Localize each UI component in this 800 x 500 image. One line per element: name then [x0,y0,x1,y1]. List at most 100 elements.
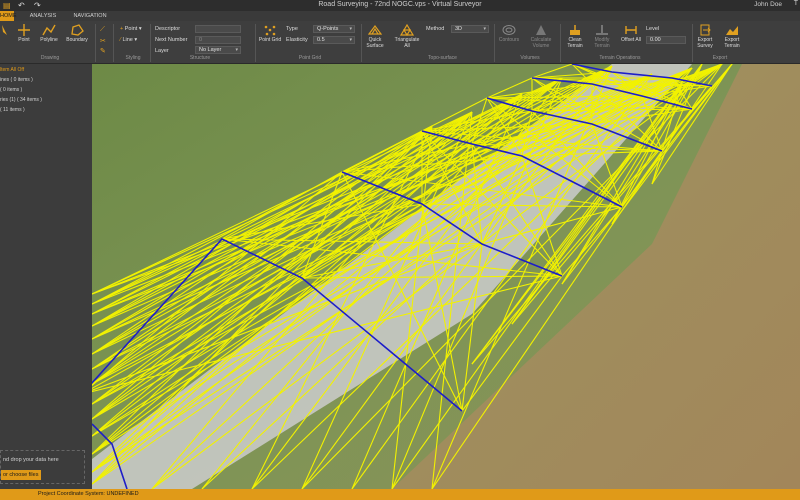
style-line-label: Line [122,37,133,43]
choose-files-button[interactable]: or choose files [1,470,41,480]
group-styling-label: Styling [125,55,141,61]
terrain-scene[interactable] [92,64,800,489]
boundary-icon [70,24,84,36]
group-drawing-label: Drawing [40,55,60,61]
calculate-volume-label: Calculate Volume [530,37,552,49]
point-grid-label: Point Grid [258,37,282,43]
3d-viewport[interactable] [92,64,800,489]
group-topo-label: Topo-surface [428,55,457,61]
separator [494,24,495,62]
calculate-volume-button[interactable]: Calculate Volume [526,24,556,49]
separator [255,24,256,62]
layer-item-series[interactable]: ries (1) ( 34 items ) [0,97,42,103]
all-off-toggle[interactable]: ltem All Off [0,67,24,73]
tab-home[interactable]: HOME [0,11,17,21]
tab-analysis[interactable]: ANALYSIS [26,11,60,21]
type-label: Type [286,26,298,32]
export-terrain-button[interactable]: Export Terrain [720,24,744,49]
triangulate-icon [399,23,415,37]
method-label: Method [426,26,445,32]
draw-boundary-label: Boundary [66,37,88,43]
drop-text: nd drop your data here [3,457,59,463]
draw-point-label: Point [18,37,30,43]
offset-all-button[interactable]: Offset All [619,24,643,44]
offset-all-label: Offset All [621,37,641,43]
method-select[interactable]: 3D [451,25,489,33]
group-structure-label: Structure [189,55,211,61]
layers-panel: ltem All Off ines ( 0 items ) ( 0 items … [0,64,92,489]
type-select[interactable]: Q-Points [313,25,355,33]
status-bar: Project Coordinate System: UNDEFINED [0,489,800,500]
modify-terrain-label: Modify Terrain [594,37,610,49]
group-terrain-ops-label: Terrain Operations [599,55,641,61]
contours-icon [502,24,516,36]
volume-icon [534,24,548,36]
tab-navigation[interactable]: NAVIGATION [70,11,110,21]
separator [113,24,114,62]
clean-icon [568,24,582,36]
export-file-icon [698,24,712,36]
elasticity-label: Elasticity [286,37,308,43]
separator [692,24,693,62]
draw-boundary-button[interactable]: Boundary [63,24,91,44]
grid-points-icon [263,24,277,36]
separator [361,24,362,62]
next-number-input[interactable]: 0 [195,36,241,44]
triangulate-all-button[interactable]: Triangulate All [392,23,422,49]
select-button[interactable] [0,24,8,38]
group-volumes-label: Volumes [520,55,540,61]
arrow-icon [0,24,10,36]
export-terrain-label: Export Terrain [724,37,740,49]
style-line-button[interactable]: ⁄ Line ▾ [120,37,137,43]
level-input[interactable]: 0.00 [646,36,686,44]
level-label: Level [646,26,660,32]
quick-surface-button[interactable]: Quick Surface [364,24,386,49]
user-avatar[interactable]: T [794,0,798,7]
layer-label: Layer [155,48,169,54]
separator [150,24,151,62]
layer-item-other[interactable]: ( 11 items ) [0,107,25,113]
title-bar: ▤ ↶ ↷ Road Surveying - 72nd NOGC.vps - V… [0,0,800,11]
contours-label: Contours [498,37,520,43]
group-export-label: Export [712,55,728,61]
paint-icon[interactable]: ✎ [100,47,106,55]
layer-item-points[interactable]: ( 0 items ) [0,87,22,93]
separator [560,24,561,62]
layer-select[interactable]: No Layer [195,46,241,54]
crosshair-icon [17,24,31,36]
user-name[interactable]: John Doe [754,1,782,8]
triangulate-all-label: Triangulate All [394,37,420,49]
group-point-grid-label: Point Grid [298,55,322,61]
quick-surface-label: Quick Surface [366,37,384,49]
contours-button[interactable]: Contours [496,24,522,44]
modify-terrain-button[interactable]: Modify Terrain [589,24,615,49]
offset-icon [624,24,638,36]
modify-icon [595,24,609,36]
next-number-label: Next Number [155,37,188,43]
style-point-label: Point [124,26,138,32]
surface-icon [367,24,383,36]
draw-point-button[interactable]: Point [14,24,34,44]
cut-icon[interactable]: ✂ [100,37,106,45]
export-survey-label: Export Survey [697,37,713,49]
polyline-icon [42,24,56,36]
descriptor-input[interactable] [195,25,241,33]
draw-polyline-button[interactable]: Polyline [37,24,61,44]
export-survey-button[interactable]: Export Survey [694,24,716,49]
separator [95,24,96,62]
clean-terrain-label: Clean Terrain [567,37,583,49]
draw-polyline-label: Polyline [40,37,58,43]
export-terrain-icon [725,24,739,36]
window-title: Road Surveying - 72nd NOGC.vps - Virtual… [318,1,482,8]
layer-item-lines[interactable]: ines ( 0 items ) [0,77,33,83]
point-grid-button[interactable]: Point Grid [258,24,282,44]
descriptor-label: Descriptor [155,26,181,32]
clean-terrain-button[interactable]: Clean Terrain [563,24,587,49]
coordinate-system-status: Project Coordinate System: UNDEFINED [38,491,139,497]
ribbon-tabs: HOME ANALYSIS NAVIGATION [0,11,800,21]
elasticity-select[interactable]: 0.5 [313,36,355,44]
wand-icon[interactable]: ⟋ [100,26,105,34]
style-point-button[interactable]: + Point ▾ [120,26,142,32]
ribbon: Point Polyline Boundary Drawing ⟋ ✂ ✎ + … [0,21,800,64]
file-drop-zone[interactable]: nd drop your data here or choose files [0,450,85,484]
